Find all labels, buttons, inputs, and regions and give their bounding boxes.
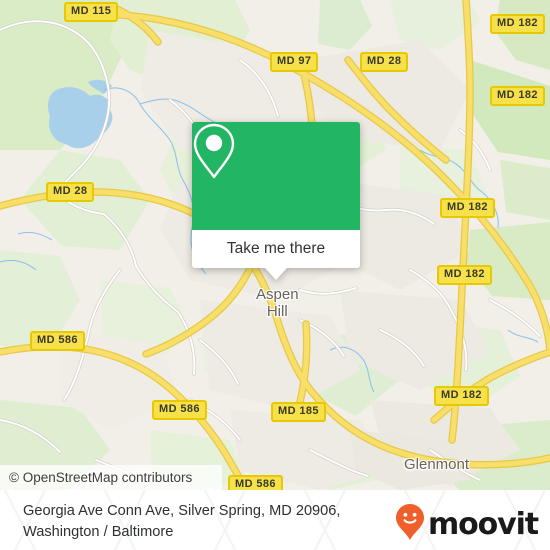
popup-header (192, 122, 360, 230)
footer-bar: Georgia Ave Conn Ave, Silver Spring, MD … (0, 490, 550, 550)
highway-shield[interactable]: MD 28 (360, 52, 409, 72)
osm-attribution[interactable]: © OpenStreetMap contributors (0, 465, 222, 490)
place-label-aspen-hill: Aspen Hill (256, 286, 299, 320)
highway-shield[interactable]: MD 182 (437, 265, 492, 285)
moovit-wordmark: moovit (427, 506, 539, 542)
address-line-2: Washington / Baltimore (23, 524, 174, 540)
highway-shield[interactable]: MD 182 (434, 386, 489, 406)
highway-shield[interactable]: MD 182 (440, 198, 495, 218)
map-canvas[interactable]: MD 115 MD 97 MD 28 MD 182 MD 182 MD 28 M… (0, 0, 550, 490)
popup-pointer-tail (265, 268, 287, 280)
highway-shield[interactable]: MD 182 (490, 14, 545, 34)
highway-shield[interactable]: MD 586 (30, 331, 85, 351)
destination-popup-card[interactable]: Take me there (192, 122, 360, 280)
highway-shield[interactable]: MD 115 (64, 2, 119, 22)
highway-shield[interactable]: MD 586 (228, 475, 283, 490)
moovit-pin-smiley-icon (395, 503, 425, 546)
location-address: Georgia Ave Conn Ave, Silver Spring, MD … (23, 501, 403, 543)
take-me-there-label: Take me there (226, 240, 326, 257)
highway-shield[interactable]: MD 586 (152, 400, 207, 420)
highway-shield[interactable]: MD 97 (270, 52, 319, 72)
take-me-there-button[interactable]: Take me there (192, 230, 360, 268)
place-label-glenmont: Glenmont (404, 456, 470, 473)
moovit-logo[interactable]: moovit (395, 503, 539, 546)
highway-shield[interactable]: MD 185 (271, 402, 326, 422)
highway-shield[interactable]: MD 28 (46, 182, 95, 202)
highway-shield[interactable]: MD 182 (490, 86, 545, 106)
address-line-1: Georgia Ave Conn Ave, Silver Spring, MD … (23, 503, 341, 519)
